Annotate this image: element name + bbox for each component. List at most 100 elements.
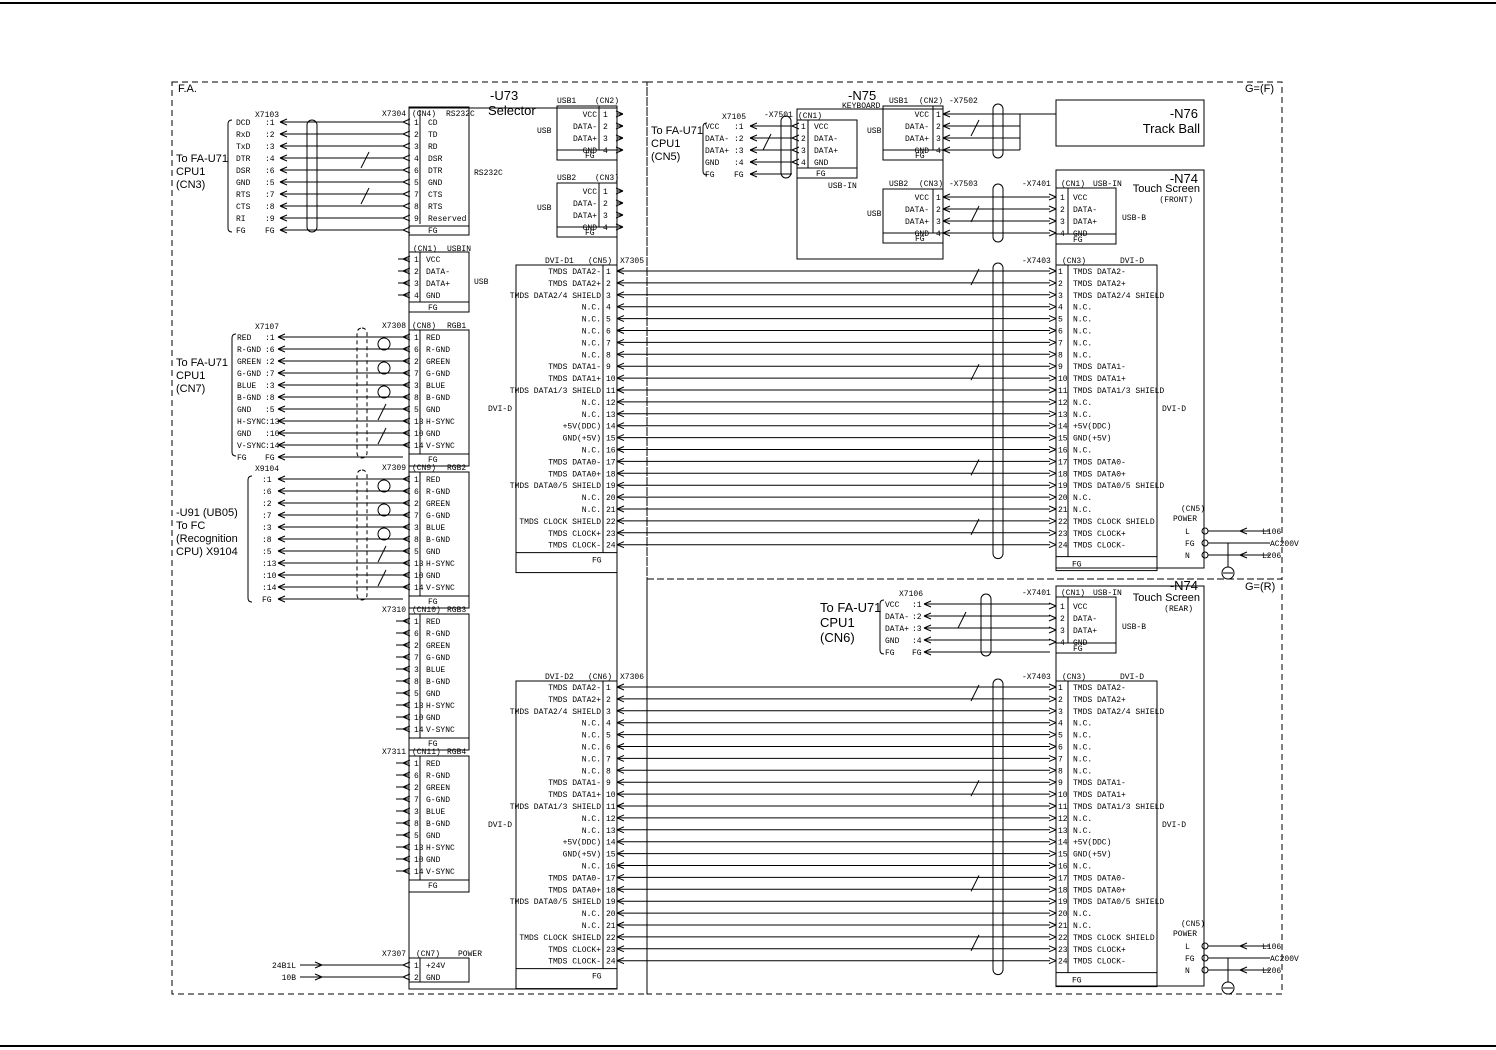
pin-signal: CTS: [236, 203, 251, 212]
pin-signal: GND: [426, 856, 441, 865]
power-input: L206: [1262, 552, 1281, 561]
pin-number: 13: [1058, 827, 1068, 836]
pin-number: 11: [606, 803, 616, 812]
pin-signal: DATA-: [905, 123, 929, 132]
pin-signal: Reserved: [428, 215, 467, 224]
pin-signal: TMDS DATA1-: [548, 363, 601, 372]
pin-number: 8: [1058, 351, 1063, 360]
pin-signal: TMDS DATA0-: [1073, 874, 1126, 883]
pin-number: 3: [414, 143, 419, 152]
pin-signal: TMDS DATA1/3 SHIELD: [510, 803, 601, 812]
fg-label: FG: [428, 227, 438, 236]
pin-number: 3: [603, 212, 608, 221]
pin-signal: BLUE: [426, 808, 445, 817]
pin-signal: TMDS DATA2/4 SHIELD: [1073, 708, 1164, 717]
side-label: USB: [537, 204, 552, 213]
pin-signal: H-SYNC: [426, 702, 455, 711]
pin-signal: TMDS DATA0+: [1073, 886, 1126, 895]
arrow-right: [1048, 802, 1057, 810]
pin-number: 3: [936, 135, 941, 144]
pin-signal: RED: [426, 476, 441, 485]
pin-number: 2: [414, 974, 419, 983]
pin-number: 7: [414, 512, 419, 521]
pin-number: 16: [606, 447, 616, 456]
pin-number: 7: [1058, 755, 1063, 764]
pin-signal: TMDS DATA1-: [548, 779, 601, 788]
pin-number: 24: [606, 958, 616, 967]
fg-label: FG: [816, 170, 826, 179]
pin-number: 13: [1058, 411, 1068, 420]
arrow-right: [1048, 778, 1057, 786]
arrow-left: [791, 134, 800, 142]
pin-number: 8: [414, 536, 419, 545]
pin-signal: GND: [426, 690, 441, 699]
pin-number: 13: [414, 560, 424, 569]
pin-number: :7: [262, 512, 272, 521]
pin-label: N: [1185, 552, 1190, 561]
arrow-right: [1048, 838, 1057, 846]
pin-signal: TMDS DATA0/5 SHIELD: [510, 898, 601, 907]
kb-usb1: [882, 105, 944, 161]
arrow-right: [1048, 481, 1057, 489]
pin-signal: G-GND: [237, 370, 261, 379]
pin-number: 16: [1058, 447, 1068, 456]
arrow-right: [1048, 217, 1057, 225]
pin-signal: N.C.: [1073, 316, 1092, 325]
pin-number: 23: [606, 946, 616, 955]
pin-number: 2: [936, 206, 941, 215]
pin-number: 2: [606, 280, 611, 289]
pin-number: 13: [606, 411, 616, 420]
pin-number: 15: [606, 435, 616, 444]
ts-rear-sub: (REAR): [1164, 605, 1193, 614]
pin-signal: N.C.: [1073, 339, 1092, 348]
arrow-right: [1048, 469, 1057, 477]
pin-number: 5: [414, 179, 419, 188]
pin-number: 3: [1060, 218, 1065, 227]
arrow-right: [1048, 434, 1057, 442]
pin-number: 2: [414, 500, 419, 509]
pin-number: 11: [606, 387, 616, 396]
pin-signal: N.C.: [1073, 767, 1092, 776]
pin-number: :13: [265, 418, 280, 427]
arrow-right: [1048, 850, 1057, 858]
pin-signal: RED: [426, 334, 441, 343]
pin-signal: GND: [237, 430, 252, 439]
cn-label: (CN1): [1061, 589, 1085, 598]
pin-number: 21: [1058, 922, 1068, 931]
pin-number: 2: [606, 696, 611, 705]
arrow-right: [1048, 826, 1057, 834]
pin-number: :2: [265, 358, 275, 367]
arrow-right: [1048, 638, 1057, 646]
pin-number: 18: [1058, 470, 1068, 479]
twisted-pair-mark: [970, 205, 980, 223]
cn-label: (CN2): [595, 97, 619, 106]
coax-mark: [377, 479, 391, 493]
pin-number: :4: [912, 637, 922, 646]
pin-signal: R-GND: [426, 488, 450, 497]
pin-number: :1: [265, 119, 275, 128]
side-label: USB: [537, 127, 552, 136]
pin-signal: TMDS CLOCK SHIELD: [519, 934, 601, 943]
arrow-right: [1048, 541, 1057, 549]
pin-number: 10: [606, 375, 616, 384]
pin-signal: +24V: [426, 962, 445, 971]
pin-number: 2: [414, 131, 419, 140]
pin-signal: B-GND: [426, 536, 450, 545]
pin-signal: N.C.: [1073, 328, 1092, 337]
arrow-right: [1048, 386, 1057, 394]
pin-number: 9: [1058, 363, 1063, 372]
pin-number: 15: [1058, 435, 1068, 444]
pin-signal: TMDS DATA1+: [1073, 791, 1126, 800]
cn-label: (CN3): [1062, 673, 1086, 682]
x-label: X7306: [620, 673, 644, 682]
pin-signal: GND: [814, 159, 829, 168]
pin-number: :3: [734, 147, 744, 156]
coax-mark: [377, 385, 391, 399]
pin-number: 1: [1058, 684, 1063, 693]
arrow-right: [1048, 303, 1057, 311]
pin-signal: BLUE: [426, 524, 445, 533]
pin-signal: TMDS DATA0/5 SHIELD: [1073, 898, 1164, 907]
coax-mark: [377, 503, 391, 517]
pin-number: :1: [262, 476, 272, 485]
pin-number: 2: [414, 784, 419, 793]
